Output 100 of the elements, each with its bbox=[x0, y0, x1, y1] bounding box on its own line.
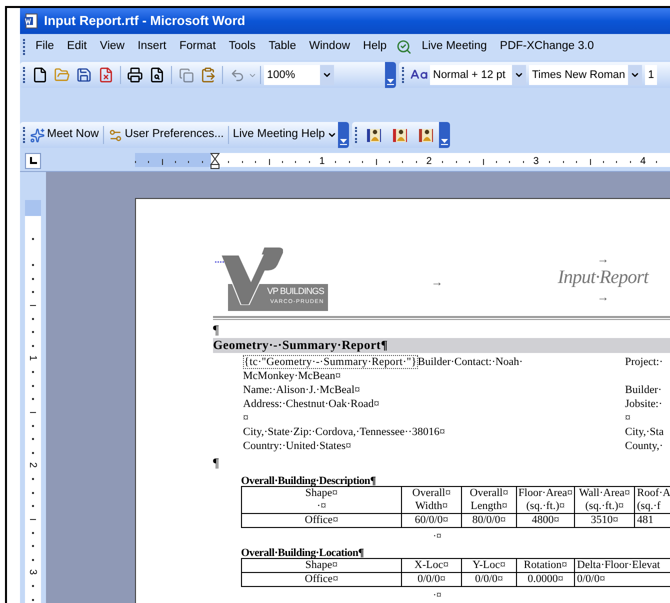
printer-icon bbox=[127, 67, 143, 83]
column-header: Overall¤ Width¤ bbox=[402, 486, 462, 514]
end-of-cell-mark: ·¤ bbox=[433, 590, 442, 601]
table-cell: 481 bbox=[634, 514, 670, 528]
table-title: Overall·Building·Description¶ bbox=[241, 475, 376, 487]
copy-icon bbox=[178, 68, 194, 82]
report-title: Input·Report bbox=[558, 266, 648, 290]
document-icon bbox=[23, 13, 39, 29]
info-text: McMonkey·McBean¤ bbox=[243, 369, 341, 383]
menu-item[interactable]: Window bbox=[302, 38, 357, 56]
meeting-icon[interactable] bbox=[396, 39, 412, 55]
end-of-cell-mark: ·¤ bbox=[433, 531, 442, 542]
tab-selector[interactable] bbox=[25, 152, 41, 168]
column-header: Floor·Area¤ (sq.·ft.)¤ bbox=[516, 486, 574, 514]
ruler-number: 3 bbox=[26, 569, 37, 575]
info-text: Jobsite:· bbox=[625, 398, 662, 410]
table-cell: 60/0/0¤ bbox=[402, 514, 462, 528]
field-code: {tc·"Geometry·-·Summary·Report·"} bbox=[243, 355, 418, 369]
dropdown-icon bbox=[630, 70, 640, 80]
overflow-arrow-icon bbox=[387, 79, 394, 85]
overflow-arrow-icon bbox=[440, 139, 448, 145]
toolbar-grip[interactable] bbox=[23, 67, 26, 83]
column-header: X-Loc¤ bbox=[402, 558, 462, 572]
table-cell: 80/0/0¤ bbox=[462, 514, 516, 528]
menu-item[interactable]: View bbox=[93, 38, 132, 56]
menu-item[interactable]: Live Meeting bbox=[415, 38, 494, 56]
paste-icon bbox=[200, 67, 216, 83]
save-icon bbox=[76, 67, 92, 83]
presenter-icon[interactable] bbox=[364, 126, 383, 144]
table-cell: 0.0000¤ bbox=[516, 572, 574, 586]
preferences-icon bbox=[108, 128, 123, 142]
font-size-combo[interactable]: 1 bbox=[645, 65, 658, 85]
menu-item[interactable]: Edit bbox=[60, 38, 94, 56]
toolbar-options-button[interactable] bbox=[385, 62, 396, 88]
left-tab-icon bbox=[30, 157, 36, 164]
dropdown-icon bbox=[322, 70, 332, 80]
menu-item[interactable]: Tools bbox=[222, 38, 262, 56]
ruler-number: 1 bbox=[319, 156, 325, 168]
presenter-icon[interactable] bbox=[390, 126, 409, 144]
info-text: ¤ bbox=[625, 412, 630, 424]
info-text: City,·State·Zip:·Cordova,·Tennessee··38016¤ bbox=[243, 425, 445, 439]
blank-page-icon bbox=[32, 67, 48, 83]
paragraph-mark: ¶ bbox=[213, 322, 219, 337]
menu-item[interactable]: Format bbox=[172, 38, 222, 56]
menu-item[interactable]: Insert bbox=[131, 38, 173, 56]
presenter-icon[interactable] bbox=[416, 126, 435, 144]
info-text: ¤ bbox=[243, 411, 248, 425]
table-cell: 0/0/0¤ bbox=[462, 572, 516, 586]
page-magnifier-icon bbox=[149, 67, 165, 83]
toolbar-grip[interactable] bbox=[402, 67, 405, 83]
folder-icon bbox=[54, 67, 70, 83]
info-text: Name:·Alison·J.·McBeal¤ bbox=[243, 383, 360, 397]
logo-text: VP BUILDINGS bbox=[267, 285, 324, 298]
ruler-number: 3 bbox=[533, 156, 539, 168]
style-combo[interactable]: Normal + 12 pt bbox=[430, 65, 526, 85]
toolbar-grip[interactable] bbox=[23, 39, 26, 55]
indent-marker[interactable] bbox=[210, 152, 220, 168]
paragraph-mark: ¶ bbox=[213, 455, 219, 470]
info-text: Builder· bbox=[625, 384, 662, 396]
toolbar-options-button[interactable] bbox=[438, 122, 450, 148]
column-header: Rotation¤ bbox=[516, 558, 574, 572]
info-text: Country:·United·States¤ bbox=[243, 439, 352, 453]
ruler-number: 1 bbox=[26, 355, 37, 361]
menu-item[interactable]: Help bbox=[356, 38, 394, 56]
menu-item[interactable]: PDF-XChange 3.0 bbox=[493, 38, 600, 56]
sparkle-icon bbox=[30, 128, 45, 142]
table-cell: 4800¤ bbox=[516, 514, 574, 528]
menu-item[interactable]: Table bbox=[262, 38, 303, 56]
font-combo[interactable]: Times New Roman bbox=[529, 65, 642, 85]
toolbar-grip[interactable] bbox=[354, 127, 358, 143]
zoom-combo[interactable]: 100% bbox=[264, 65, 334, 85]
toolbar-button[interactable]: Meet Now bbox=[29, 124, 100, 146]
table-cell: 0/0/0¤ bbox=[402, 572, 462, 586]
ruler-number: 2 bbox=[26, 462, 37, 468]
caret-icon bbox=[326, 130, 337, 140]
table-cell: Office¤ bbox=[242, 514, 402, 528]
column-header: Delta·Floor·Elevat bbox=[574, 558, 670, 572]
table-cell: Office¤ bbox=[242, 572, 402, 586]
table-title: Overall·Building·Location¶ bbox=[241, 547, 364, 559]
overflow-arrow-icon bbox=[340, 139, 347, 145]
menu-item[interactable]: File bbox=[29, 38, 61, 56]
undo-icon bbox=[230, 68, 244, 82]
toolbar-button[interactable]: User Preferences... bbox=[106, 124, 225, 146]
dropdown-icon bbox=[514, 70, 524, 80]
toolbar-grip[interactable] bbox=[23, 127, 26, 143]
toolbar-button[interactable]: Live Meeting Help bbox=[232, 124, 338, 146]
toolbar-options-button[interactable] bbox=[338, 122, 349, 148]
column-header: Y-Loc¤ bbox=[462, 558, 516, 572]
ruler-number: 4 bbox=[640, 156, 646, 168]
info-text: Builder·Contact:·Noah· bbox=[418, 355, 523, 369]
column-header: Shape¤ bbox=[242, 558, 402, 572]
info-text: County,· bbox=[625, 440, 664, 452]
column-header: Shape¤ ·¤ bbox=[242, 486, 402, 514]
info-text: Address:·Chestnut·Oak·Road¤ bbox=[243, 397, 380, 411]
column-header: Overall¤ Length¤ bbox=[462, 486, 516, 514]
ruler-margin bbox=[25, 200, 41, 216]
section-heading: Geometry·-·Summary·Report¶ bbox=[213, 338, 670, 353]
info-text: City,·Sta bbox=[625, 426, 664, 438]
table-cell: 0/0/0¤ bbox=[574, 572, 670, 586]
tab-mark: → bbox=[431, 274, 443, 290]
